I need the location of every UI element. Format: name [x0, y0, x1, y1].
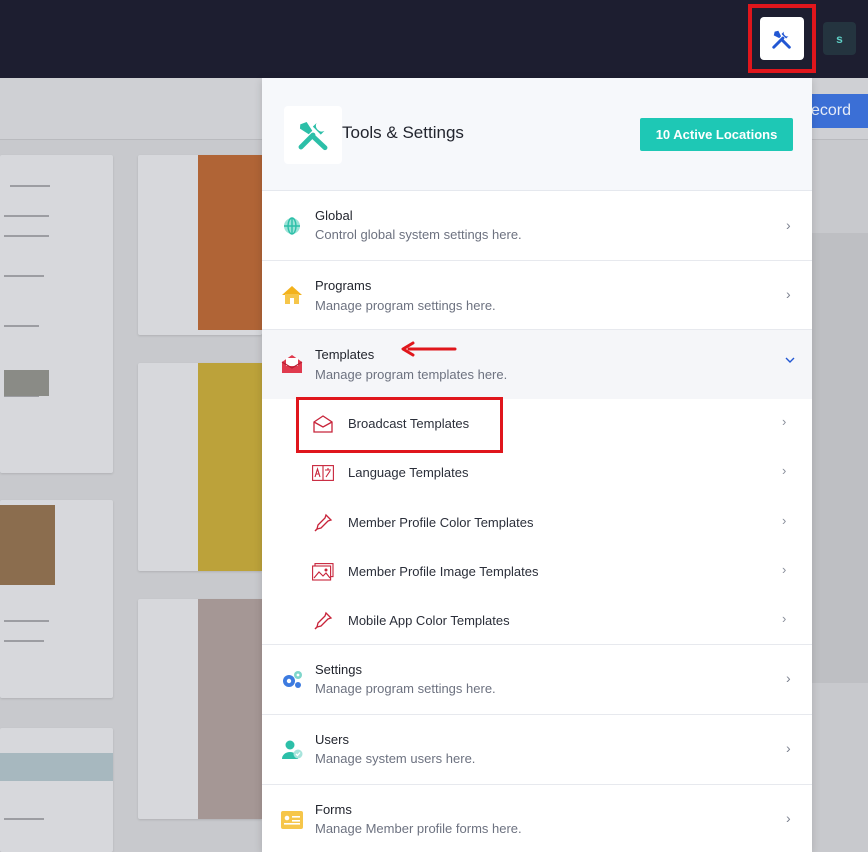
record-button: ecord	[805, 94, 868, 128]
envelope-icon	[280, 352, 304, 376]
gears-icon	[280, 668, 304, 692]
chevron-right-icon: ›	[786, 286, 791, 302]
top-bar: s	[0, 0, 868, 78]
section-description: Manage program settings here.	[315, 298, 496, 313]
section-title: Templates	[315, 347, 375, 362]
annotation-arrow-icon	[401, 341, 457, 357]
translate-icon	[312, 462, 334, 484]
chevron-right-icon: ›	[782, 513, 787, 528]
template-item-mobile-app-color[interactable]: Mobile App Color Templates ›	[262, 596, 812, 645]
home-icon	[280, 283, 304, 307]
chevron-down-icon	[784, 353, 796, 369]
section-settings[interactable]: Settings Manage program settings here. ›	[262, 645, 812, 715]
template-card	[138, 155, 262, 335]
wrench-screwdriver-icon	[298, 121, 328, 151]
section-forms[interactable]: Forms Manage Member profile forms here. …	[262, 785, 812, 852]
header-icon	[284, 106, 342, 164]
template-card	[138, 363, 262, 571]
template-card	[0, 155, 113, 473]
tools-settings-panel: Tools & Settings 10 Active Locations Glo…	[262, 78, 812, 852]
section-global[interactable]: Global Control global system settings he…	[262, 191, 812, 261]
template-card	[138, 599, 262, 819]
section-title: Global	[315, 208, 353, 223]
template-item-language[interactable]: Language Templates ›	[262, 448, 812, 497]
section-templates[interactable]: Templates Manage program templates here.	[262, 330, 812, 399]
chevron-right-icon: ›	[782, 414, 787, 429]
section-title: Programs	[315, 278, 372, 293]
template-card	[0, 500, 113, 698]
template-item-label: Mobile App Color Templates	[348, 613, 510, 628]
section-users[interactable]: Users Manage system users here. ›	[262, 715, 812, 785]
template-item-member-profile-color[interactable]: Member Profile Color Templates ›	[262, 498, 812, 547]
eyedropper-icon	[312, 512, 334, 534]
section-description: Control global system settings here.	[315, 227, 522, 242]
eyedropper-icon	[312, 610, 334, 632]
panel-header: Tools & Settings 10 Active Locations	[262, 78, 812, 191]
active-locations-button[interactable]: 10 Active Locations	[640, 118, 793, 151]
chevron-right-icon: ›	[786, 217, 791, 233]
user-avatar[interactable]: s	[823, 22, 856, 55]
section-description: Manage system users here.	[315, 751, 476, 766]
template-card	[0, 728, 113, 852]
chevron-right-icon: ›	[786, 670, 791, 686]
template-item-label: Member Profile Color Templates	[348, 515, 534, 530]
section-title: Settings	[315, 662, 362, 677]
section-programs[interactable]: Programs Manage program settings here. ›	[262, 261, 812, 330]
panel-title: Tools & Settings	[342, 123, 464, 142]
section-title: Users	[315, 732, 349, 747]
form-icon	[280, 808, 304, 832]
section-description: Manage program templates here.	[315, 367, 508, 382]
chevron-right-icon: ›	[786, 740, 791, 756]
section-description: Manage Member profile forms here.	[315, 821, 522, 836]
chevron-right-icon: ›	[782, 562, 787, 577]
image-icon	[312, 561, 334, 583]
chevron-right-icon: ›	[786, 810, 791, 826]
template-item-label: Language Templates	[348, 465, 469, 480]
chevron-right-icon: ›	[782, 611, 787, 626]
broadcast-templates-highlight	[296, 397, 503, 453]
template-item-member-profile-image[interactable]: Member Profile Image Templates ›	[262, 547, 812, 596]
globe-icon	[280, 214, 304, 238]
chevron-right-icon: ›	[782, 463, 787, 478]
avatar-initial: s	[836, 31, 843, 46]
template-item-label: Member Profile Image Templates	[348, 564, 539, 579]
users-icon	[280, 738, 304, 762]
section-description: Manage program settings here.	[315, 681, 496, 696]
tools-button-highlight	[748, 4, 816, 73]
section-title: Forms	[315, 802, 352, 817]
background-card	[812, 233, 868, 683]
